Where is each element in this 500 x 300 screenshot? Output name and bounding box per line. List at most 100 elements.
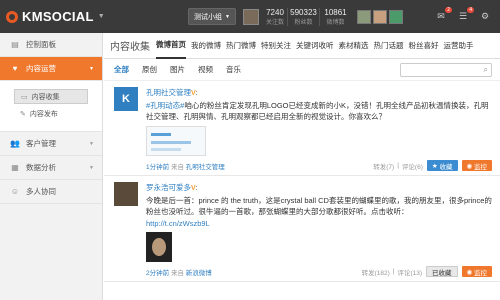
group-select-label: 测试小组 <box>194 13 223 21</box>
account-avatar-1[interactable] <box>357 9 371 24</box>
tab-my-weibo[interactable]: 我的微博 <box>191 33 221 59</box>
sidebar: ▤ 控制面板 ♥ 内容运营 ▼ ▭ 内容收集 ✎ 内容发布 👥 客户管理 ▼ ▦… <box>0 33 103 300</box>
sidebar-item-dashboard[interactable]: ▤ 控制面板 <box>0 33 102 57</box>
account-avatar[interactable] <box>243 8 259 25</box>
sidebar-item-label: 控制面板 <box>26 40 56 49</box>
favorited-button[interactable]: 已收藏 <box>426 266 458 277</box>
tab-ops-assistant[interactable]: 运营助手 <box>444 33 474 59</box>
users-icon: 👥 <box>10 139 20 148</box>
post-source[interactable]: 新浪微博 <box>186 267 212 277</box>
tab-hot-weibo[interactable]: 热门微博 <box>226 33 256 59</box>
sidebar-item-label: 数据分析 <box>26 163 56 172</box>
search-input[interactable]: ⌕ <box>400 62 492 77</box>
tab-materials[interactable]: 素材精选 <box>339 33 369 59</box>
comment-link[interactable]: 评论(6) <box>402 161 423 171</box>
settings-icon[interactable]: ⚙ <box>476 8 494 26</box>
post-author[interactable]: 孔明社交管理V: <box>146 87 492 98</box>
filter-music[interactable]: 音乐 <box>226 64 241 75</box>
post-source[interactable]: 孔明社交管理 <box>186 161 225 171</box>
feed-post: 罗永浩可爱多V: 今晚是后一首：prince 的 the truth，这是cry… <box>104 176 500 282</box>
post-hashtag[interactable]: #孔明动态# <box>146 101 184 110</box>
repost-link[interactable]: 转发(182) <box>362 267 390 277</box>
stat-posts-label: 微博数 <box>326 19 345 26</box>
post-author-name[interactable]: 孔明社交管理 <box>146 88 191 97</box>
stat-posts[interactable]: 10861 微博数 <box>319 7 351 26</box>
sidebar-subitem-collect[interactable]: ▭ 内容收集 <box>14 89 88 104</box>
monitor-button[interactable]: ◉ 监控 <box>461 160 492 171</box>
post-time[interactable]: 2分钟前 <box>146 267 169 277</box>
post-avatar[interactable]: K <box>114 87 138 111</box>
chevron-down-icon: ▼ <box>89 65 94 72</box>
account-switcher <box>357 9 405 24</box>
filter-original[interactable]: 原创 <box>142 64 157 75</box>
verified-icon: V <box>191 90 196 97</box>
account-avatar-3[interactable] <box>389 9 403 24</box>
monitor-button-label: 监控 <box>474 163 487 171</box>
post-from-label: 来自 <box>170 163 184 171</box>
notification-icon[interactable]: ☰ 4 <box>454 6 474 26</box>
post-image[interactable] <box>146 126 206 156</box>
stat-posts-num: 10861 <box>324 7 347 17</box>
sidebar-item-team[interactable]: ☺ 多人协同 <box>0 180 102 204</box>
logo-text: KMSOCIAL <box>22 9 94 24</box>
post-time[interactable]: 1分钟前 <box>146 161 169 171</box>
post-image[interactable] <box>146 232 172 262</box>
chevron-down-icon: ▼ <box>89 140 94 147</box>
monitor-button[interactable]: ◉ 监控 <box>461 266 492 277</box>
tab-keyword-listen[interactable]: 关键词收听 <box>296 33 334 59</box>
stat-following-label: 关注数 <box>265 19 284 26</box>
stat-following[interactable]: 7240 关注数 <box>263 8 287 26</box>
account-stats: 7240 关注数 590323 粉丝数 10861 微博数 <box>263 7 351 26</box>
sidebar-subitem-publish[interactable]: ✎ 内容发布 <box>14 106 88 121</box>
sidebar-item-customers[interactable]: 👥 客户管理 ▼ <box>0 132 102 156</box>
post-author-name[interactable]: 罗永浩可爱多 <box>146 183 191 192</box>
filter-image[interactable]: 图片 <box>170 64 185 75</box>
notification-badge: 4 <box>467 6 474 13</box>
star-icon: ★ <box>431 162 438 170</box>
monitor-icon: ◉ <box>466 162 473 170</box>
tab-fan-preferences[interactable]: 粉丝喜好 <box>409 33 439 59</box>
top-bar: KMSOCIAL ▼ 测试小组 ▼ 7240 关注数 590323 粉丝数 10861… <box>0 0 500 33</box>
post-footer: 2分钟前 来自 新浪微博 转发(182) | 评论(13) 已收藏 ◉ 监控 <box>146 266 492 277</box>
heart-icon: ♥ <box>12 64 18 73</box>
post-author[interactable]: 罗永浩可爱多V: <box>146 182 492 193</box>
sidebar-item-label: 内容运营 <box>26 64 56 73</box>
sidebar-subitem-label: 内容收集 <box>31 93 60 101</box>
tab-special-follow[interactable]: 特别关注 <box>261 33 291 59</box>
post-avatar[interactable] <box>114 182 138 206</box>
stat-fans-label: 粉丝数 <box>294 19 313 26</box>
collect-icon: ▭ <box>21 93 28 101</box>
post-body: 咱心的粉丝肯定发现孔明LOGO已经变成新的小K，没错！孔明全线产品初秋温情换装，… <box>146 101 489 121</box>
image-decoration <box>151 141 191 144</box>
chevron-down-icon: ▼ <box>97 13 105 20</box>
team-icon: ☺ <box>10 187 20 196</box>
search-icon[interactable]: ⌕ <box>484 65 488 75</box>
post-body: 今晚是后一首：prince 的 the truth，这是crystal ball… <box>146 196 492 216</box>
tab-home-feed[interactable]: 微博首页 <box>156 33 186 59</box>
tab-hot-topics[interactable]: 热门话题 <box>374 33 404 59</box>
sidebar-submenu: ▭ 内容收集 ✎ 内容发布 <box>0 81 102 132</box>
repost-link[interactable]: 转发(7) <box>373 161 394 171</box>
favorited-button-label: 已收藏 <box>432 269 452 277</box>
sidebar-item-label: 客户管理 <box>26 139 56 148</box>
chart-icon: ▦ <box>11 163 19 172</box>
image-decoration <box>151 148 181 151</box>
feed-post: K 孔明社交管理V: #孔明动态#咱心的粉丝肯定发现孔明LOGO已经变成新的小K… <box>104 81 500 176</box>
inbox-icon[interactable]: ✉ 2 <box>432 6 452 26</box>
account-avatar-2[interactable] <box>373 9 387 24</box>
post-link[interactable]: http://t.cn/zWszb9L <box>146 219 492 228</box>
filter-video[interactable]: 视频 <box>198 64 213 75</box>
monitor-button-label: 监控 <box>474 269 487 277</box>
filter-all[interactable]: 全部 <box>114 64 129 75</box>
favorite-button[interactable]: ★ 收藏 <box>426 160 458 171</box>
stat-fans[interactable]: 590323 粉丝数 <box>287 7 319 26</box>
publish-icon: ✎ <box>20 110 26 118</box>
sidebar-item-analytics[interactable]: ▦ 数据分析 ▼ <box>0 156 102 180</box>
post-from-label: 来自 <box>170 269 184 277</box>
sidebar-item-content-ops[interactable]: ♥ 内容运营 ▼ <box>0 57 102 81</box>
logo[interactable]: KMSOCIAL ▼ <box>0 9 185 24</box>
post-text: #孔明动态#咱心的粉丝肯定发现孔明LOGO已经变成新的小K，没错！孔明全线产品初… <box>146 100 492 122</box>
comment-link[interactable]: 评论(13) <box>397 267 422 277</box>
verified-icon: V <box>191 185 196 192</box>
group-select[interactable]: 测试小组 ▼ <box>188 8 236 25</box>
